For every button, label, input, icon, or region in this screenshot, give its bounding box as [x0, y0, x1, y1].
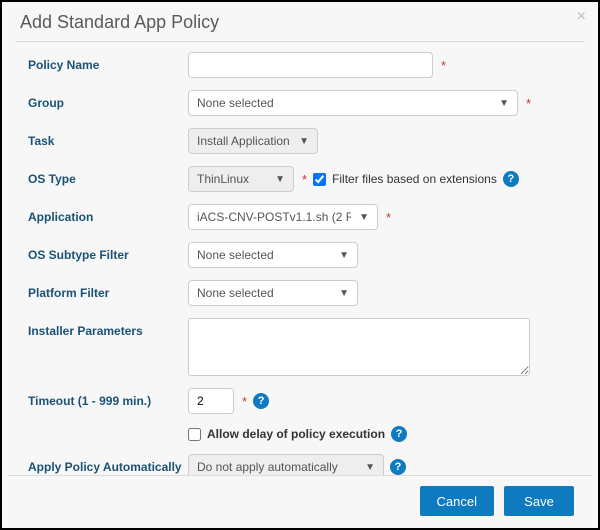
group-select-value: None selected [197, 96, 274, 110]
apply-policy-select[interactable]: Do not apply automatically ▼ [188, 454, 384, 475]
label-application: Application [28, 204, 188, 224]
required-marker: * [300, 172, 307, 187]
caret-down-icon: ▼ [499, 98, 509, 109]
row-group: Group None selected ▼ * [28, 90, 578, 116]
caret-down-icon: ▼ [339, 250, 349, 261]
installer-params-textarea[interactable] [188, 318, 530, 376]
help-icon[interactable]: ? [503, 171, 519, 187]
help-icon[interactable]: ? [390, 459, 406, 475]
row-allow-delay: Allow delay of policy execution ? [28, 426, 578, 442]
close-icon[interactable]: × [577, 8, 586, 26]
label-group: Group [28, 90, 188, 110]
apply-policy-select-value: Do not apply automatically [197, 460, 338, 474]
row-os-subtype: OS Subtype Filter None selected ▼ [28, 242, 578, 268]
caret-down-icon: ▼ [359, 212, 369, 223]
save-button[interactable]: Save [504, 486, 574, 516]
required-marker: * [524, 96, 531, 111]
task-select-value: Install Application [197, 134, 290, 148]
label-timeout: Timeout (1 - 999 min.) [28, 388, 188, 408]
modal-title: Add Standard App Policy [20, 12, 219, 32]
task-select[interactable]: Install Application ▼ [188, 128, 318, 154]
caret-down-icon: ▼ [365, 462, 375, 473]
label-os-type: OS Type [28, 166, 188, 186]
allow-delay-checkbox[interactable] [188, 428, 201, 441]
label-spacer [28, 426, 188, 432]
label-task: Task [28, 128, 188, 148]
platform-filter-select[interactable]: None selected ▼ [188, 280, 358, 306]
row-task: Task Install Application ▼ [28, 128, 578, 154]
cancel-button[interactable]: Cancel [420, 486, 494, 516]
row-timeout: Timeout (1 - 999 min.) * ? [28, 388, 578, 414]
label-apply-policy: Apply Policy Automatically [28, 454, 188, 474]
help-icon[interactable]: ? [391, 426, 407, 442]
timeout-input[interactable] [188, 388, 234, 414]
os-subtype-select[interactable]: None selected ▼ [188, 242, 358, 268]
os-type-select[interactable]: ThinLinux ▼ [188, 166, 294, 192]
policy-name-input[interactable] [188, 52, 433, 78]
help-icon[interactable]: ? [253, 393, 269, 409]
divider [16, 41, 584, 42]
modal-body: Policy Name * Group None selected ▼ * Ta… [2, 48, 598, 475]
filter-extensions-checkbox[interactable] [313, 173, 326, 186]
row-installer-params: Installer Parameters [28, 318, 578, 376]
application-select[interactable]: iACS-CNV-POSTv1.1.sh (2 Reposi ▼ [188, 204, 378, 230]
label-os-subtype: OS Subtype Filter [28, 242, 188, 262]
platform-filter-select-value: None selected [197, 286, 274, 300]
application-select-value: iACS-CNV-POSTv1.1.sh (2 Reposi [197, 210, 351, 224]
caret-down-icon: ▼ [275, 174, 285, 185]
caret-down-icon: ▼ [299, 136, 309, 147]
modal-header: Add Standard App Policy × [2, 2, 598, 41]
row-policy-name: Policy Name * [28, 52, 578, 78]
required-marker: * [240, 394, 247, 409]
row-application: Application iACS-CNV-POSTv1.1.sh (2 Repo… [28, 204, 578, 230]
modal-footer: Cancel Save [8, 475, 592, 528]
filter-extensions-label: Filter files based on extensions [332, 172, 497, 186]
required-marker: * [439, 58, 446, 73]
required-marker: * [384, 210, 391, 225]
os-subtype-select-value: None selected [197, 248, 274, 262]
label-platform-filter: Platform Filter [28, 280, 188, 300]
caret-down-icon: ▼ [339, 288, 349, 299]
label-installer-params: Installer Parameters [28, 318, 188, 338]
group-select[interactable]: None selected ▼ [188, 90, 518, 116]
row-apply-policy: Apply Policy Automatically Do not apply … [28, 454, 578, 475]
os-type-select-value: ThinLinux [197, 172, 249, 186]
allow-delay-label: Allow delay of policy execution [207, 427, 385, 441]
label-policy-name: Policy Name [28, 52, 188, 72]
row-platform-filter: Platform Filter None selected ▼ [28, 280, 578, 306]
modal-add-app-policy: Add Standard App Policy × Policy Name * … [0, 0, 600, 530]
row-os-type: OS Type ThinLinux ▼ * Filter files based… [28, 166, 578, 192]
